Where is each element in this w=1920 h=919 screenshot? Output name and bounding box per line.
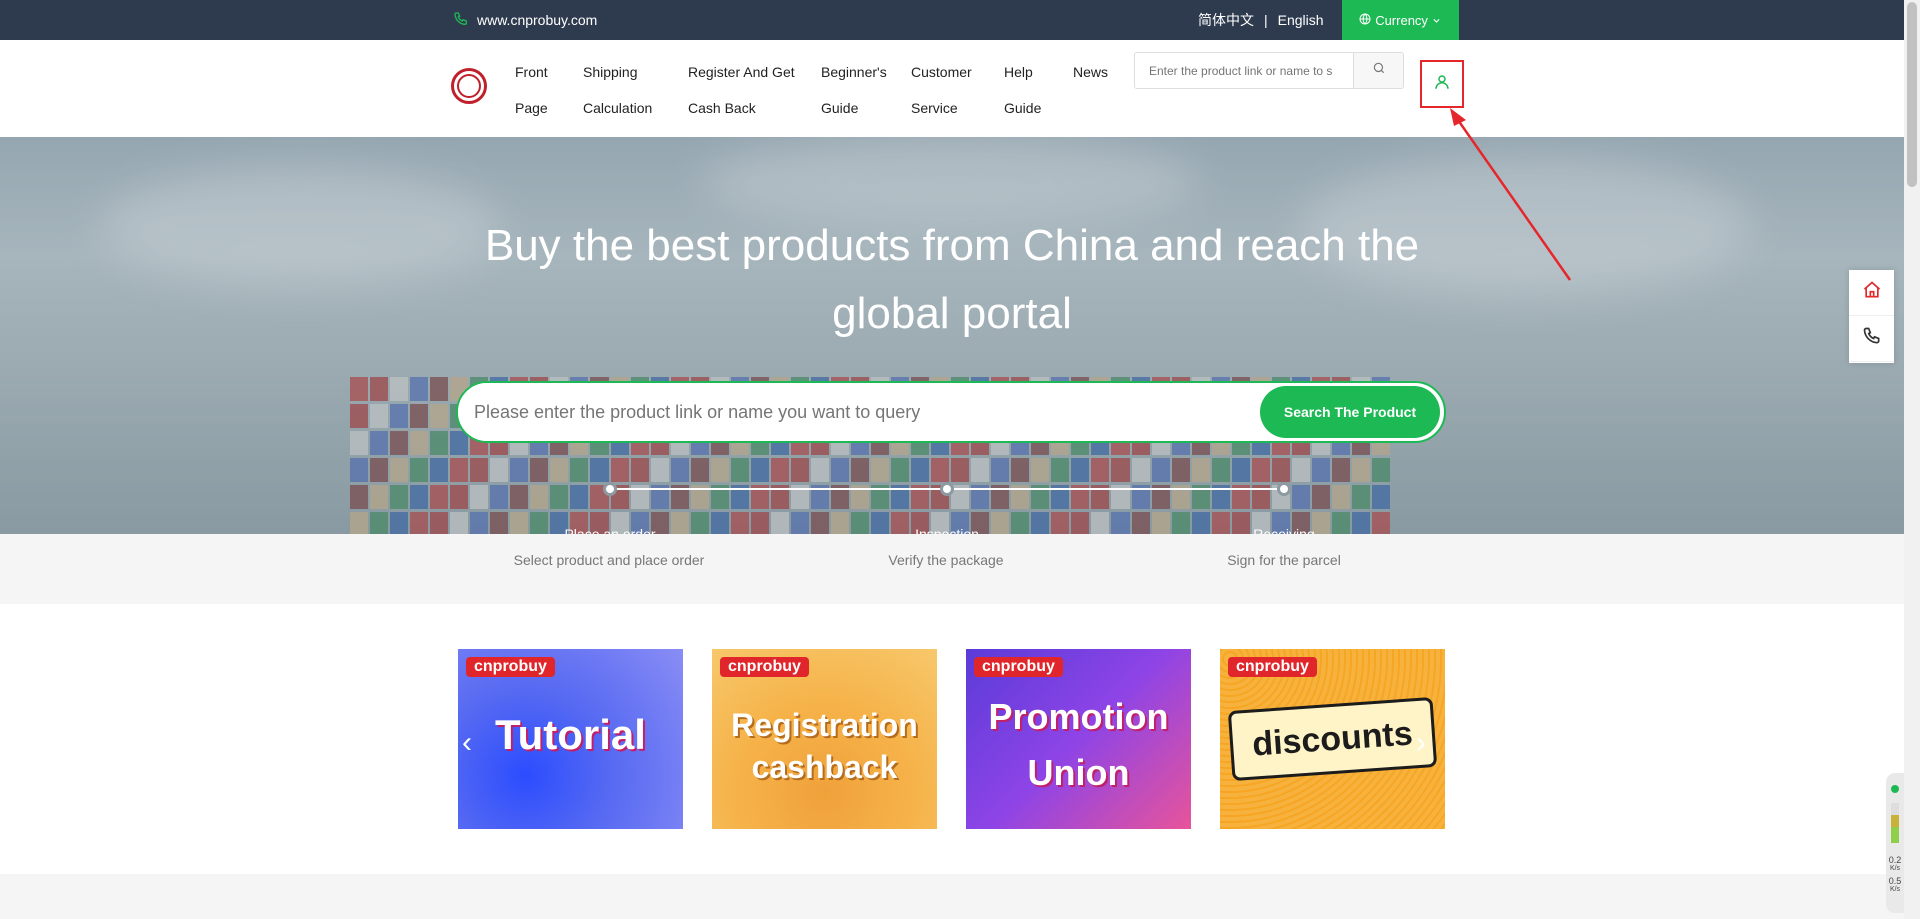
banner-text: Registration cashback <box>731 707 918 785</box>
phone-icon <box>1862 326 1882 351</box>
home-icon <box>1862 280 1882 305</box>
banner-carousel: cnprobuy Tutorial cnprobuy Registration … <box>0 604 1904 874</box>
step-title: Place an order <box>564 526 656 534</box>
speed-unit: K/s <box>1889 865 1901 872</box>
step-dot <box>603 482 617 496</box>
header-search <box>1134 52 1404 89</box>
side-phone-button[interactable] <box>1849 316 1894 362</box>
banner-brand: cnprobuy <box>1228 657 1317 677</box>
lang-separator: | <box>1264 12 1268 28</box>
speed-bars <box>1891 803 1899 843</box>
banner-brand: cnprobuy <box>466 657 555 677</box>
nav-customer-service[interactable]: Customer Service <box>911 54 972 126</box>
banner-tutorial[interactable]: cnprobuy Tutorial <box>458 649 683 829</box>
site-url: www.cnprobuy.com <box>477 12 598 28</box>
step-description: Sign for the parcel <box>1227 552 1341 568</box>
user-account-button[interactable] <box>1420 60 1464 108</box>
carousel-prev-icon[interactable]: ‹ <box>462 726 472 760</box>
user-icon <box>1433 73 1451 96</box>
carousel-next-icon[interactable]: › <box>1416 726 1426 760</box>
steps-strip: Select product and place order Verify th… <box>0 534 1904 604</box>
nav-shipping-calculation[interactable]: Shipping Calculation <box>583 54 652 126</box>
hero-search: Search The Product <box>456 381 1446 443</box>
nav-register-cashback[interactable]: Register And Get Cash Back <box>688 54 795 126</box>
header-search-input[interactable] <box>1135 53 1353 88</box>
side-toolbar <box>1849 270 1894 363</box>
banner-text: Promotion Union <box>988 696 1169 793</box>
nav-beginners-guide[interactable]: Beginner's Guide <box>821 54 887 126</box>
page-bottom-bg <box>0 874 1904 919</box>
lang-english[interactable]: English <box>1270 12 1332 28</box>
chevron-down-icon <box>1432 13 1441 28</box>
phone-icon <box>453 11 469 30</box>
step-title: Receiving <box>1253 526 1315 534</box>
step-dot <box>1277 482 1291 496</box>
banner-discounts[interactable]: cnprobuy discounts <box>1220 649 1445 829</box>
currency-label: Currency <box>1375 12 1428 28</box>
page-scrollbar[interactable] <box>1904 0 1920 919</box>
network-speed-widget: 0.2 K/s 0.5 K/s <box>1886 773 1904 913</box>
search-icon <box>1372 61 1386 80</box>
banner-promotion-union[interactable]: cnprobuy Promotion Union <box>966 649 1191 829</box>
nav-news[interactable]: News <box>1073 54 1108 90</box>
banner-brand: cnprobuy <box>974 657 1063 677</box>
lang-chinese[interactable]: 简体中文 <box>1190 10 1262 30</box>
currency-button[interactable]: Currency <box>1341 0 1459 40</box>
main-header: Front Page Shipping Calculation Register A… <box>0 40 1904 137</box>
top-bar: www.cnprobuy.com 简体中文 | English Currency <box>0 0 1904 40</box>
search-product-button[interactable]: Search The Product <box>1260 386 1440 438</box>
nav-front-page[interactable]: Front Page <box>515 54 548 126</box>
hero-section: Buy the best products from China and rea… <box>0 137 1904 534</box>
speed-value: 0.5 <box>1888 876 1902 886</box>
banner-text: discounts <box>1227 696 1438 782</box>
status-dot <box>1891 785 1899 793</box>
side-home-button[interactable] <box>1849 270 1894 316</box>
site-logo[interactable] <box>451 68 487 104</box>
step-description: Select product and place order <box>513 552 705 568</box>
speed-value: 0.2 <box>1888 855 1902 865</box>
banner-brand: cnprobuy <box>720 657 809 677</box>
steps-progress-line <box>603 482 1291 496</box>
hero-search-input[interactable] <box>458 383 1260 441</box>
hero-title: Buy the best products from China and rea… <box>484 221 1420 338</box>
banner-text: Tutorial <box>495 711 646 758</box>
speed-unit: K/s <box>1889 886 1901 893</box>
header-search-button[interactable] <box>1353 53 1403 88</box>
nav-help-guide[interactable]: Help Guide <box>1004 54 1041 126</box>
site-link[interactable]: www.cnprobuy.com <box>453 0 597 40</box>
scrollbar-thumb[interactable] <box>1907 2 1917 187</box>
banner-registration-cashback[interactable]: cnprobuy Registration cashback <box>712 649 937 829</box>
step-dot <box>940 482 954 496</box>
step-description: Verify the package <box>888 552 1004 568</box>
globe-icon <box>1359 13 1371 28</box>
step-title: Inspection <box>915 526 979 534</box>
